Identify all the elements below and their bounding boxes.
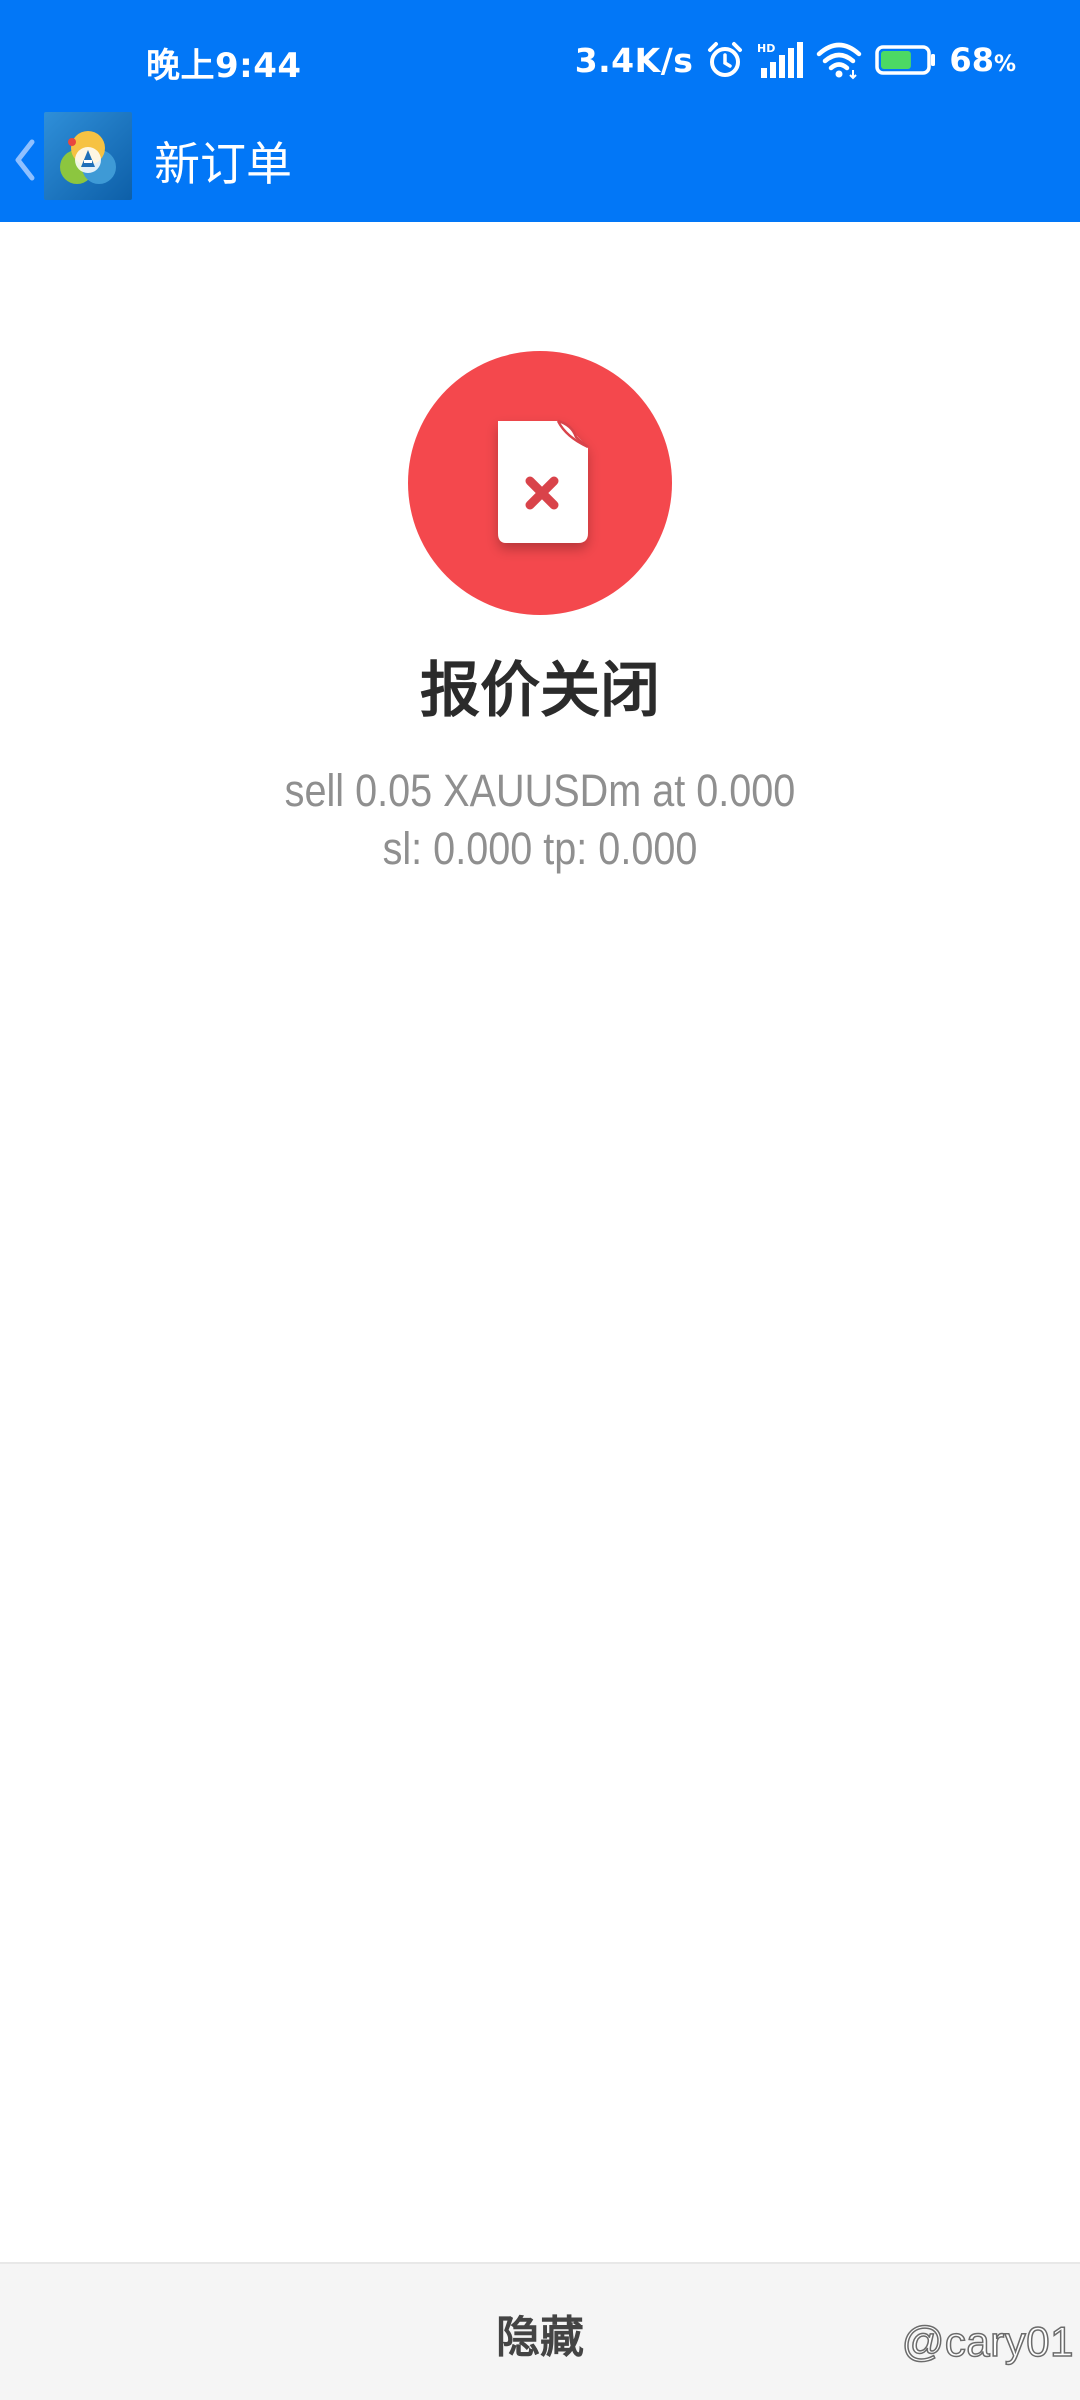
order-details: sell 0.05 XAUUSDm at 0.000 sl: 0.000 tp:… [65, 762, 1015, 878]
bottom-bar: 隐藏 @cary01 [0, 2262, 1080, 2400]
main-content: 报价关闭 sell 0.05 XAUUSDm at 0.000 sl: 0.00… [0, 222, 1080, 2262]
order-details-line-1: sell 0.05 XAUUSDm at 0.000 [284, 765, 796, 816]
battery-percent: 68% [949, 41, 1016, 79]
battery-icon [875, 43, 937, 77]
status-bar: 晚上9:44 3.4K/s HD 68% [0, 0, 1080, 120]
back-chevron-icon[interactable] [6, 130, 42, 190]
wifi-icon [815, 40, 863, 80]
network-speed: 3.4K/s [574, 40, 694, 80]
result-title: 报价关闭 [420, 656, 660, 726]
metatrader-logo-icon[interactable] [44, 112, 132, 200]
status-time: 晚上9:44 [146, 46, 302, 86]
alarm-icon [705, 40, 745, 80]
watermark: @cary01 [901, 2317, 1074, 2366]
status-indicators: 3.4K/s HD 68% [575, 32, 1016, 88]
app-bar: 新订单 [0, 108, 1080, 222]
hide-button[interactable]: 隐藏 [340, 2264, 740, 2400]
screen: 晚上9:44 3.4K/s HD 68% 新订单 报价关闭 sell 0.05 … [0, 0, 1080, 2400]
cellular-signal-icon: HD [757, 40, 804, 80]
signal-badge-text: HD [757, 42, 775, 55]
page-title: 新订单 [154, 137, 292, 191]
header: 晚上9:44 3.4K/s HD 68% 新订单 [0, 0, 1080, 222]
order-details-line-2: sl: 0.000 tp: 0.000 [382, 823, 698, 874]
document-error-icon [408, 351, 672, 615]
